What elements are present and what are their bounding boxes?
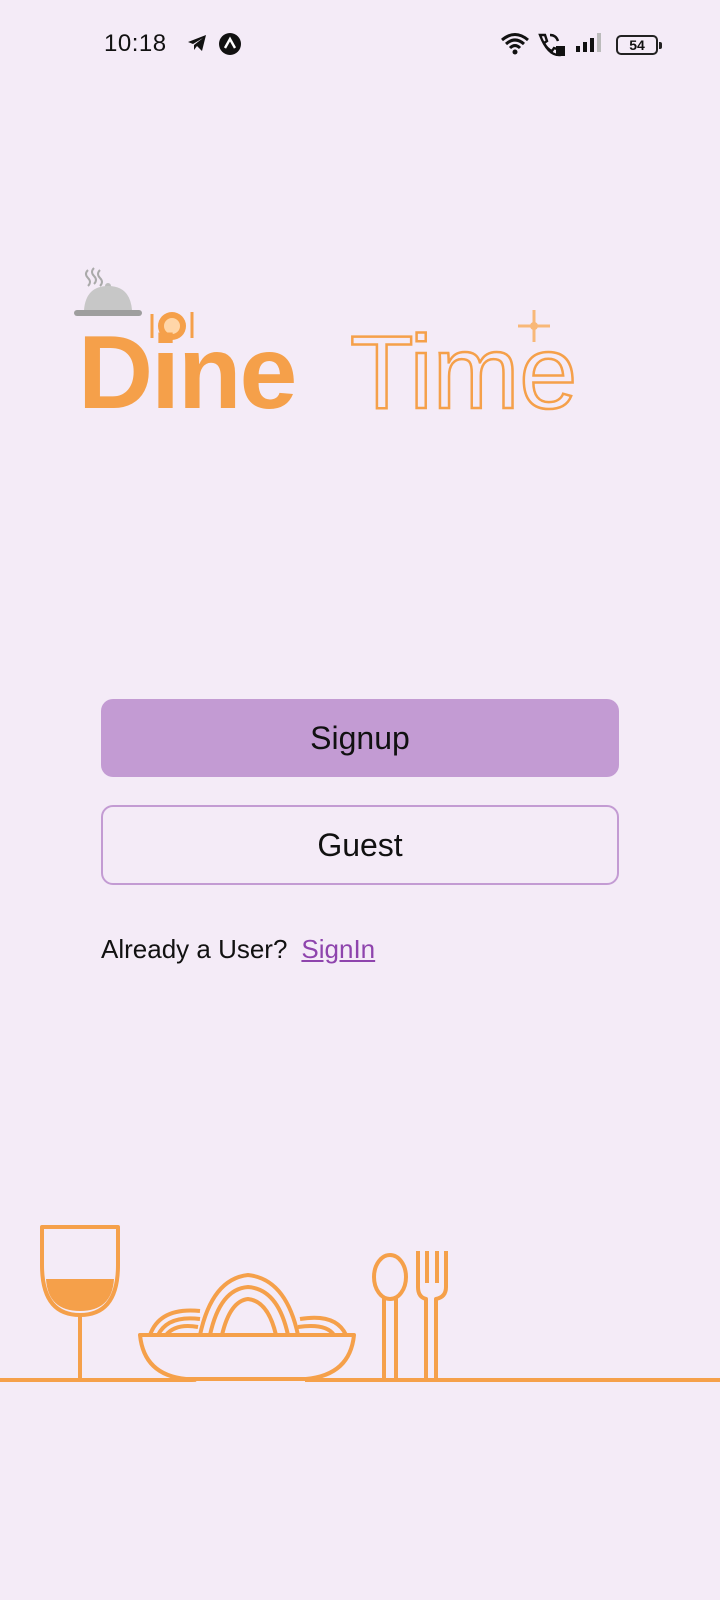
- steam-icon: [85, 267, 103, 287]
- wine-glass-icon: [40, 1225, 120, 1380]
- dinetime-logo: Dine Time: [72, 264, 632, 434]
- welcome-screen: 10:18 54 Dine Time Signup Guest Already …: [0, 0, 720, 1600]
- guest-button[interactable]: Guest: [101, 805, 619, 885]
- pasta-bowl-icon: [138, 1273, 356, 1382]
- cloche-icon: [74, 283, 142, 316]
- dining-illustration: [0, 1215, 720, 1395]
- wifi-calling-icon: [536, 32, 566, 63]
- signal-icon: [576, 32, 602, 59]
- spoon-icon: [372, 1253, 408, 1382]
- status-time: 10:18: [104, 30, 167, 57]
- wifi-icon: [500, 32, 530, 61]
- telegram-icon: [186, 32, 208, 59]
- signin-question: Already a User?: [101, 934, 288, 964]
- signup-button[interactable]: Signup: [101, 699, 619, 777]
- logo-word-time: Time: [350, 315, 577, 431]
- app-notification-icon: [218, 32, 242, 61]
- battery-icon: 54: [616, 35, 662, 55]
- signin-prompt: Already a User? SignIn: [101, 934, 375, 965]
- signin-link[interactable]: SignIn: [301, 934, 375, 964]
- logo-word-dine: Dine: [78, 315, 295, 431]
- fork-icon: [416, 1251, 448, 1382]
- status-bar: 10:18 54: [0, 0, 720, 92]
